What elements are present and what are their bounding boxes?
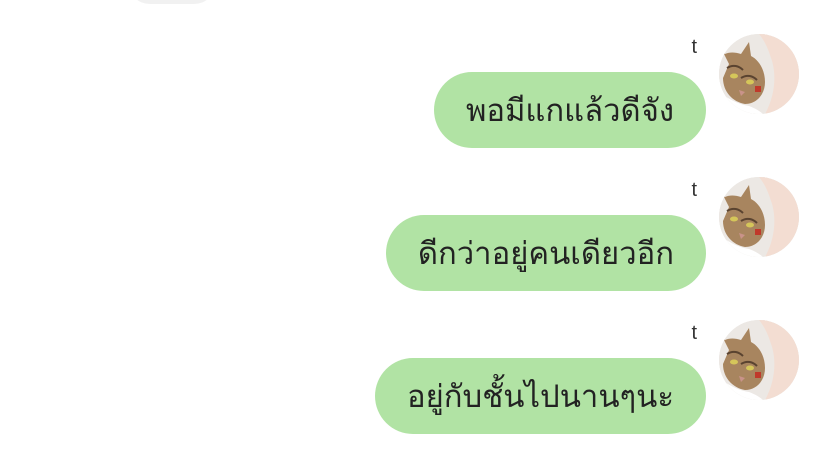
message-row: t ดีกว่าอยู่คนเดียวอีก <box>0 177 827 302</box>
chat-thread: t พอมีแกแล้วดีจัง t ดีกว่าอยู่คนเดียวอีก <box>0 0 827 465</box>
message-row: t อยู่กับชั้นไปนานๆนะ <box>0 320 827 445</box>
message-text: พอมีแกแล้วดีจัง <box>465 93 674 129</box>
cat-kiss-avatar-icon <box>719 320 799 400</box>
sender-name: t <box>691 36 697 58</box>
message-bubble[interactable]: พอมีแกแล้วดีจัง <box>433 72 706 148</box>
message-bubble[interactable]: อยู่กับชั้นไปนานๆนะ <box>374 358 706 434</box>
cat-kiss-avatar-icon <box>719 177 799 257</box>
avatar[interactable] <box>719 177 799 257</box>
message-row: t พอมีแกแล้วดีจัง <box>0 34 827 159</box>
avatar[interactable] <box>719 34 799 114</box>
previous-message-bubble[interactable] <box>128 0 216 4</box>
sender-name: t <box>691 179 697 201</box>
message-text: ดีกว่าอยู่คนเดียวอีก <box>417 236 674 272</box>
avatar[interactable] <box>719 320 799 400</box>
message-text: อยู่กับชั้นไปนานๆนะ <box>406 379 674 415</box>
cat-kiss-avatar-icon <box>719 34 799 114</box>
sender-name: t <box>691 322 697 344</box>
message-bubble[interactable]: ดีกว่าอยู่คนเดียวอีก <box>385 215 706 291</box>
